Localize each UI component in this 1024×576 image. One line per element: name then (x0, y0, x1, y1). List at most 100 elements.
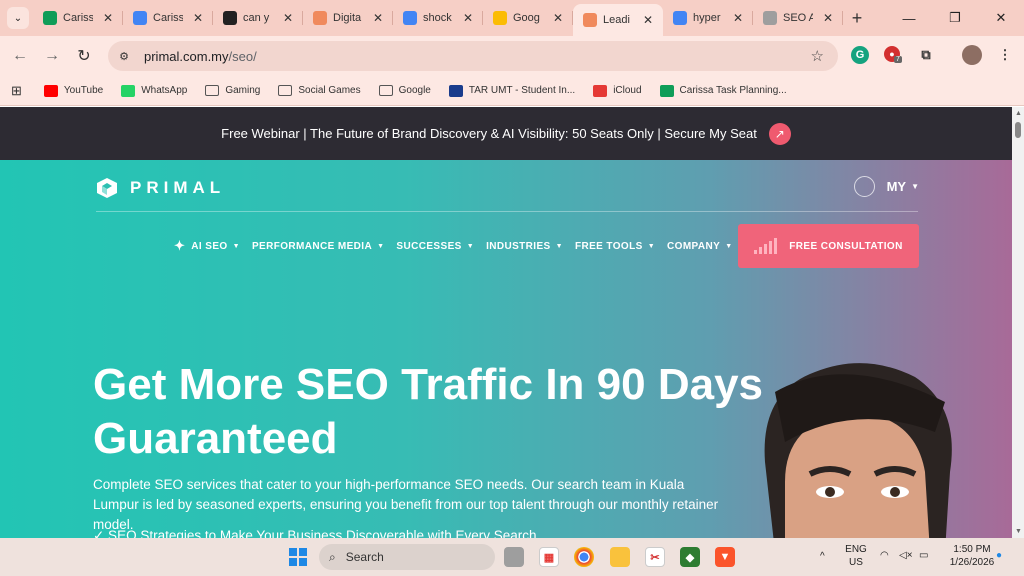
bookmark-item[interactable]: WhatsApp (121, 84, 188, 97)
site-info-icon[interactable]: ⚙ (114, 46, 134, 66)
restore-button[interactable]: ❐ (932, 0, 978, 36)
extension-badge-count: 7 (894, 56, 902, 63)
nav-label: AI SEO (191, 240, 228, 252)
windows-start-icon[interactable] (289, 548, 307, 566)
chrome-icon[interactable] (574, 547, 594, 567)
url-text[interactable]: primal.com.my/seo/ (144, 49, 257, 64)
bookmark-item[interactable]: YouTube (43, 84, 103, 97)
battery-icon[interactable]: ▭ (919, 549, 928, 562)
task-view-icon[interactable] (504, 547, 524, 567)
free-consultation-button[interactable]: FREE CONSULTATION (738, 224, 919, 268)
back-button[interactable]: ← (4, 47, 36, 65)
scrollbar-thumb[interactable] (1015, 122, 1021, 138)
forward-button[interactable]: → (36, 47, 68, 65)
grammarly-extension-icon[interactable]: G (851, 46, 869, 64)
bookmark-label: WhatsApp (141, 85, 188, 96)
region-selector[interactable]: MY ▼ (853, 176, 919, 197)
close-tab-icon[interactable]: ✕ (823, 11, 833, 25)
tab-separator (842, 11, 843, 25)
close-tab-icon[interactable]: ✕ (193, 11, 203, 25)
sheets-icon (43, 11, 57, 25)
extensions-puzzle-icon[interactable]: ⧉ (915, 44, 937, 66)
file-explorer-icon[interactable] (610, 547, 630, 567)
tray-overflow-icon[interactable]: ^ (820, 550, 825, 563)
bookmark-item[interactable]: Google (378, 85, 431, 96)
notification-bell-icon[interactable]: ● (996, 549, 1002, 562)
wifi-icon[interactable]: ◠ (880, 549, 889, 562)
folder-icon (278, 85, 293, 96)
close-tab-icon[interactable]: ✕ (373, 11, 383, 25)
close-tab-icon[interactable]: ✕ (733, 11, 743, 25)
google-icon (673, 11, 687, 25)
site-logo[interactable]: PRIMAL (96, 177, 225, 199)
microsoft-store-icon[interactable]: ▦ (539, 547, 559, 567)
tab-strip: ⌄ Cariss ✕ Cariss ✕ can y ✕ Digita ✕ shock ✕ Goog ✕… (0, 0, 1024, 36)
taskbar-search-box[interactable]: ⌕ Search (319, 544, 495, 570)
brave-browser-icon[interactable]: ▼ (715, 547, 735, 567)
scroll-up-arrow-icon[interactable]: ▲ (1015, 110, 1022, 117)
language-indicator[interactable]: ENG US (845, 543, 867, 569)
nav-item[interactable]: SUCCESSES ▼ (396, 241, 474, 252)
clock[interactable]: 1:50 PM 1/26/2026 (944, 543, 1000, 569)
nav-item[interactable]: ✦ AI SEO ▼ (174, 238, 240, 254)
banner-text[interactable]: Free Webinar | The Future of Brand Disco… (221, 126, 757, 141)
webpage: Free Webinar | The Future of Brand Disco… (0, 107, 1012, 538)
close-tab-icon[interactable]: ✕ (103, 11, 113, 25)
new-tab-button[interactable]: + (843, 8, 871, 29)
logo-wordmark: PRIMAL (130, 178, 226, 197)
keep-icon (493, 11, 507, 25)
nav-label: FREE TOOLS (574, 240, 643, 252)
nav-item[interactable]: PERFORMANCE MEDIA ▼ (252, 241, 384, 252)
minimize-button[interactable]: — (886, 0, 932, 36)
close-tab-icon[interactable]: ✕ (643, 13, 653, 27)
apps-grid-icon[interactable]: ⊞ (11, 83, 22, 99)
nav-label: COMPANY (667, 240, 721, 252)
bookmark-item[interactable]: iCloud (593, 84, 642, 97)
bookmark-item[interactable]: TAR UMT - Student In... (448, 84, 575, 97)
sparkle-icon: ✦ (174, 238, 186, 253)
header-divider (96, 211, 918, 212)
browser-tab[interactable]: Cariss ✕ (33, 0, 123, 36)
caret-down-icon: ▼ (466, 242, 475, 250)
browser-tab[interactable]: shock ✕ (393, 0, 483, 36)
caret-down-icon: ▼ (232, 242, 240, 250)
browser-toolbar: ← → ↻ ⚙ primal.com.my/seo/ ☆ G ● 7 ⧉ ⋮ (0, 36, 1024, 76)
cta-label: FREE CONSULTATION (789, 240, 903, 252)
scroll-down-arrow-icon[interactable]: ▼ (1015, 528, 1022, 535)
close-tab-icon[interactable]: ✕ (463, 11, 473, 25)
browser-tab[interactable]: Cariss ✕ (123, 0, 213, 36)
close-tab-icon[interactable]: ✕ (283, 11, 293, 25)
page-scrollbar[interactable]: ▲ ▼ (1012, 107, 1024, 538)
close-tab-icon[interactable]: ✕ (553, 11, 563, 25)
browser-tab[interactable]: can y ✕ (213, 0, 303, 36)
address-bar[interactable]: ⚙ primal.com.my/seo/ ☆ (108, 41, 838, 71)
youtube-icon (43, 84, 58, 97)
hero-description: Complete SEO services that cater to your… (93, 477, 719, 532)
webinar-banner[interactable]: Free Webinar | The Future of Brand Disco… (0, 107, 1012, 160)
app-diamond-icon[interactable]: ◆ (680, 547, 700, 567)
tab-search-button[interactable]: ⌄ (7, 7, 29, 29)
close-window-button[interactable]: ✕ (978, 0, 1024, 36)
bookmark-item[interactable]: Gaming (205, 85, 260, 96)
nav-item[interactable]: COMPANY ▼ (667, 241, 733, 252)
browser-tab[interactable]: Leadi ✕ (573, 4, 663, 36)
profile-avatar[interactable] (962, 45, 982, 65)
browser-tab[interactable]: SEO A ✕ (753, 0, 843, 36)
menu-kebab-icon[interactable]: ⋮ (994, 44, 1016, 66)
snipping-tool-icon[interactable]: ✂ (645, 547, 665, 567)
bookmark-item[interactable]: Carissa Task Planning... (659, 84, 787, 97)
lang-line1: ENG (845, 544, 867, 555)
volume-muted-icon[interactable]: ◁× (899, 549, 913, 562)
globe-icon (853, 176, 875, 197)
bookmark-star-icon[interactable]: ☆ (811, 47, 824, 65)
reload-button[interactable]: ↻ (68, 46, 100, 66)
nav-item[interactable]: FREE TOOLS ▼ (575, 241, 655, 252)
browser-tab[interactable]: Digita ✕ (303, 0, 393, 36)
region-label: MY (886, 179, 907, 194)
bookmark-label: iCloud (613, 85, 642, 96)
browser-tab[interactable]: Goog ✕ (483, 0, 573, 36)
nav-item[interactable]: INDUSTRIES ▼ (486, 241, 563, 252)
bookmark-item[interactable]: Social Games (278, 85, 361, 96)
arrow-up-right-icon[interactable]: ↗ (768, 122, 791, 145)
browser-tab[interactable]: hyper ✕ (663, 0, 753, 36)
